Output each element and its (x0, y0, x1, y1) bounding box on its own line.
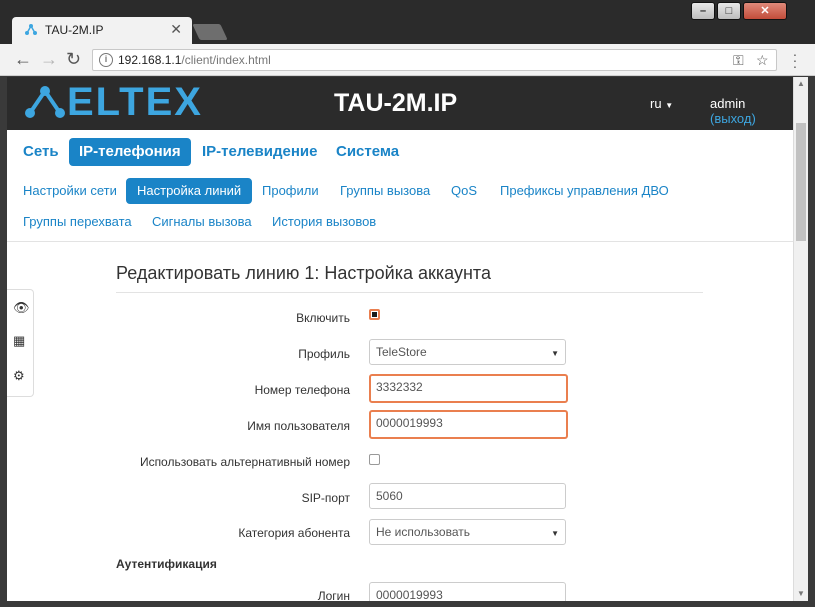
reload-button[interactable]: ↻ (66, 49, 81, 70)
app-header: ELTEX TAU-2M.IP ru ▼ admin (выход) (7, 77, 793, 130)
subtab-network-settings[interactable]: Настройки сети (12, 178, 128, 204)
subtab-profiles[interactable]: Профили (251, 178, 330, 204)
eltex-favicon-icon (25, 24, 37, 35)
user-info: admin (выход) (710, 96, 756, 126)
eltex-logo-icon (25, 86, 65, 118)
subtab-call-history[interactable]: История вызовов (261, 209, 387, 235)
tab-close-icon[interactable]: ✕ (170, 21, 182, 38)
username-input[interactable]: 0000019993 (369, 410, 568, 439)
alt-number-checkbox[interactable] (369, 454, 380, 465)
forward-button[interactable]: → (40, 49, 58, 70)
close-window-button[interactable]: ✕ (743, 2, 787, 20)
subtab-line-settings[interactable]: Настройка линий (126, 178, 253, 204)
auth-section-heading: Аутентификация (116, 557, 217, 571)
caret-down-icon: ▼ (551, 529, 559, 538)
profile-label: Профиль (298, 347, 350, 361)
subtab-call-signals[interactable]: Сигналы вызова (141, 209, 263, 235)
page-title: Редактировать линию 1: Настройка аккаунт… (116, 263, 491, 283)
phone-number-label: Номер телефона (254, 383, 350, 397)
username-label: Имя пользователя (247, 419, 350, 433)
address-bar[interactable]: i 192.168.1.1/client/index.html ⚿ ☆ (92, 49, 777, 71)
page-scrollbar[interactable]: ▲ ▼ (793, 77, 808, 601)
scroll-up-icon[interactable]: ▲ (797, 79, 805, 88)
new-tab-button[interactable] (192, 24, 228, 40)
grid-icon[interactable]: ▦ (13, 333, 25, 349)
device-name: TAU-2M.IP (334, 89, 458, 117)
tab-title: TAU-2M.IP (45, 23, 104, 37)
minimize-button[interactable]: – (691, 2, 715, 20)
login-input[interactable]: 0000019993 (369, 582, 566, 601)
subtab-call-groups[interactable]: Группы вызова (329, 178, 441, 204)
side-panel: 👁 ▦ ⚙ (7, 289, 34, 397)
key-icon[interactable]: ⚿ (733, 52, 744, 69)
sip-port-input[interactable]: 5060 (369, 483, 566, 509)
info-icon[interactable]: i (99, 53, 113, 67)
browser-window: TAU-2M.IP ✕ – □ ✕ ← → ↻ i 192.168.1.1/cl… (0, 0, 815, 607)
eltex-logo-text: ELTEX (67, 80, 203, 124)
browser-menu-icon[interactable]: · · · (790, 47, 800, 73)
phone-number-input[interactable]: 3332332 (369, 374, 568, 403)
title-bar: TAU-2M.IP ✕ – □ ✕ (0, 0, 815, 44)
subscriber-category-label: Категория абонента (238, 526, 350, 540)
tab-system[interactable]: Система (326, 138, 409, 166)
tab-ip-telephony[interactable]: IP-телефония (69, 138, 191, 166)
caret-down-icon: ▼ (665, 101, 674, 110)
subtab-pickup-groups[interactable]: Группы перехвата (12, 209, 143, 235)
back-button[interactable]: ← (14, 49, 32, 70)
subtab-qos[interactable]: QoS (440, 178, 488, 204)
tab-network[interactable]: Сеть (13, 138, 69, 166)
profile-select[interactable]: TeleStore ▼ (369, 339, 566, 365)
subscriber-category-select[interactable]: Не использовать ▼ (369, 519, 566, 545)
subtab-prefixes[interactable]: Префиксы управления ДВО (489, 178, 680, 204)
gear-icon[interactable]: ⚙ (13, 368, 25, 384)
title-divider (116, 292, 703, 293)
logout-link[interactable]: (выход) (710, 111, 756, 126)
eye-icon[interactable]: 👁 (13, 300, 30, 316)
browser-toolbar: ← → ↻ i 192.168.1.1/client/index.html ⚿ … (0, 44, 815, 76)
login-label: Логин (317, 589, 350, 601)
browser-tab[interactable]: TAU-2M.IP ✕ (12, 17, 192, 44)
scroll-down-icon[interactable]: ▼ (797, 589, 805, 598)
language-selector[interactable]: ru ▼ (650, 96, 673, 111)
alt-number-label: Использовать альтернативный номер (139, 455, 350, 469)
sip-port-label: SIP-порт (301, 491, 350, 505)
enable-checkbox[interactable] (369, 309, 380, 320)
maximize-button[interactable]: □ (717, 2, 741, 20)
enable-label: Включить (296, 311, 350, 325)
scroll-thumb[interactable] (796, 123, 806, 241)
page-viewport: ELTEX TAU-2M.IP ru ▼ admin (выход) Сеть … (7, 77, 793, 601)
bookmark-star-icon[interactable]: ☆ (756, 52, 769, 69)
main-navigation: Сеть IP-телефония IP-телевидение Система… (7, 130, 793, 242)
url-text: 192.168.1.1/client/index.html (118, 53, 271, 67)
caret-down-icon: ▼ (551, 349, 559, 358)
tab-ip-tv[interactable]: IP-телевидение (192, 138, 327, 166)
